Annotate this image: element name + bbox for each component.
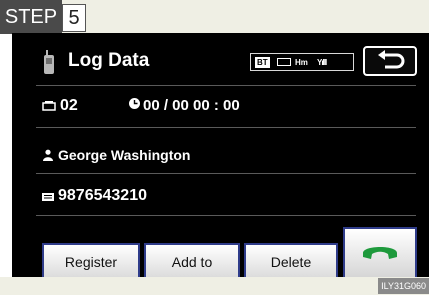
call-count-icon bbox=[42, 96, 56, 116]
step-number: 5 bbox=[62, 4, 86, 32]
call-count-row: 02 bbox=[42, 95, 78, 116]
phone-number-icon bbox=[42, 186, 54, 206]
divider bbox=[36, 215, 416, 216]
bluetooth-icon: BT bbox=[255, 57, 270, 68]
bottom-band bbox=[0, 277, 429, 295]
person-icon bbox=[42, 146, 54, 166]
phone-icon bbox=[42, 49, 56, 80]
back-arrow-icon bbox=[378, 50, 405, 69]
status-indicators: BT Hm Yılll bbox=[250, 53, 354, 71]
green-handset-icon bbox=[363, 247, 397, 259]
divider bbox=[36, 127, 416, 128]
call-count-value: 02 bbox=[60, 97, 78, 114]
phone-number: 9876543210 bbox=[58, 187, 147, 204]
call-button[interactable] bbox=[343, 227, 417, 277]
contact-row: George Washington bbox=[42, 145, 190, 166]
datetime-value: 00 / 00 00 : 00 bbox=[143, 97, 240, 114]
contact-name: George Washington bbox=[58, 147, 191, 163]
divider bbox=[36, 85, 416, 86]
step-label: STEP bbox=[0, 0, 62, 34]
back-button[interactable] bbox=[363, 46, 417, 76]
network-label: Hm bbox=[295, 58, 308, 67]
number-row: 9876543210 bbox=[42, 185, 147, 206]
signal-strength-icon: Yılll bbox=[317, 58, 327, 67]
battery-icon bbox=[277, 58, 291, 66]
figure-code: ILY31G060 bbox=[378, 278, 429, 294]
divider bbox=[36, 173, 416, 174]
clock-icon bbox=[128, 95, 141, 117]
delete-button[interactable]: Delete bbox=[244, 243, 338, 277]
page-title: Log Data bbox=[68, 50, 150, 71]
datetime-row: 00 / 00 00 : 00 bbox=[128, 95, 240, 117]
add-to-button[interactable]: Add to bbox=[144, 243, 240, 277]
device-screen: Log Data BT Hm Yılll 02 00 / 00 00 : 00 … bbox=[12, 33, 429, 277]
register-button[interactable]: Register bbox=[42, 243, 140, 277]
step-strip: STEP 5 bbox=[0, 0, 429, 34]
